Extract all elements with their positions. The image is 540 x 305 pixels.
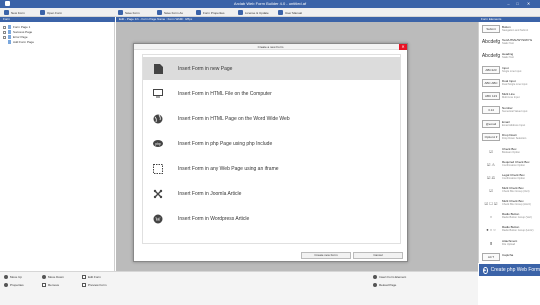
new-form-button[interactable]: New Form <box>4 9 25 16</box>
option-html-web[interactable]: Insert Form in HTML Page on the Word Wid… <box>143 107 400 130</box>
element-drop-down[interactable]: Option1 ▾ Drop Down Drop Down Selection <box>482 132 538 144</box>
option-php-include[interactable]: php Insert Form in php Page using php In… <box>143 132 400 155</box>
preview-icon <box>82 283 86 287</box>
dialog-title-bar: Create a new Form ✕ <box>134 44 407 50</box>
form-elements-panel: Submit Button Navigation and Submit Abcdef… <box>478 22 540 263</box>
preview-form-button[interactable]: Preview Form <box>82 283 107 287</box>
minimize-button[interactable]: – <box>505 1 512 7</box>
create-new-form-button[interactable]: Create new Form <box>301 252 351 259</box>
element-number[interactable]: 3.14 Number Numerical Value Input <box>482 105 538 117</box>
element-text-html[interactable]: Abcdefg Text/HTML/WYSIWYG Static Text <box>482 37 538 49</box>
create-php-web-form-button[interactable]: ▶ Create php Web Form <box>479 264 540 276</box>
element-dual-input[interactable]: ABC ABC Dual Input Dual Single Line Input <box>482 78 538 90</box>
element-captcha[interactable]: A4 T Captcha <box>482 252 538 263</box>
element-required-check-box[interactable]: ☑ ⚠ Required Check Box Confirmation Option <box>482 159 538 171</box>
element-radio-vert[interactable]: ○ Radio Button Radio Button Group (Vert) <box>482 211 538 223</box>
save-as-icon <box>157 10 162 15</box>
open-form-button[interactable]: Open Form <box>40 9 62 16</box>
element-multi-check-box-vert[interactable]: ☑ Multi Check Box Check Box Group (Vert) <box>482 185 538 197</box>
document-icon <box>153 63 163 74</box>
properties-button[interactable]: Properties <box>4 283 24 287</box>
globe-icon <box>153 114 163 124</box>
move-down-button[interactable]: Move Down <box>42 275 64 279</box>
svg-text:W: W <box>155 216 161 222</box>
title-bar: Arclab Web Form Builder 4.0 - untitled.a… <box>0 0 540 8</box>
save-form-as-button[interactable]: Save Form As <box>157 9 183 16</box>
remove-button[interactable]: Remove <box>42 283 59 287</box>
expand-icon[interactable] <box>3 30 6 34</box>
window-title: Arclab Web Form Builder 4.0 - untitled.a… <box>233 1 307 6</box>
option-wordpress[interactable]: W Insert Form in Wordpress Article <box>143 207 400 230</box>
insert-icon <box>373 275 377 279</box>
bottom-bar: Move Up Move Down Properties Remove Edit… <box>0 271 478 305</box>
close-window-button[interactable]: ✕ <box>525 1 532 7</box>
svg-text:php: php <box>155 142 161 146</box>
page-icon <box>8 30 11 34</box>
element-heading[interactable]: Abcdefg Heading Static Text <box>482 51 538 63</box>
dialog-close-button[interactable]: ✕ <box>399 44 407 50</box>
main-toolbar: New Form Open Form Save Form Save Form A… <box>0 8 540 17</box>
tree-item-form-page-1[interactable]: Form Page 1 <box>3 25 30 29</box>
save-form-button[interactable]: Save Form <box>118 9 140 16</box>
option-joomla[interactable]: Insert Form in Joomla Article <box>143 182 400 205</box>
element-button[interactable]: Submit Button Navigation and Submit <box>482 24 538 36</box>
element-legal-check-box[interactable]: ☑ ⚖ Legal Check Box Confirmation Option <box>482 172 538 184</box>
php-icon: php <box>153 139 163 149</box>
page-icon <box>8 35 11 39</box>
option-iframe[interactable]: Insert Form in any Web Page using an ifr… <box>143 157 400 180</box>
play-icon: ▶ <box>483 266 488 274</box>
expand-icon[interactable] <box>3 25 6 29</box>
tree-item-error-page[interactable]: Error Page <box>3 35 28 39</box>
add-page-icon <box>8 40 11 44</box>
option-html-file[interactable]: Insert Form in HTML File on the Computer <box>143 82 400 105</box>
edit-form-button[interactable]: Edit Form <box>82 275 101 279</box>
arrow-down-icon <box>42 275 46 279</box>
element-attachment[interactable]: ⬆ Attachment File Upload <box>482 238 538 250</box>
move-up-button[interactable]: Move Up <box>4 275 22 279</box>
element-input[interactable]: ABC123 Input Single Line Input <box>482 65 538 77</box>
maximize-button[interactable]: □ <box>514 1 521 7</box>
new-form-icon <box>4 10 9 15</box>
element-check-box[interactable]: ☑ Check Box Boolean Option <box>482 146 538 158</box>
save-icon <box>118 10 123 15</box>
dialog-title: Create a new Form <box>257 45 284 49</box>
wordpress-icon: W <box>153 214 163 224</box>
element-multi-check-box-horiz[interactable]: ☑ ☐ ☑ Multi Check Box Check Box Group (Hor… <box>482 198 538 210</box>
cancel-button[interactable]: Cancel <box>353 252 403 259</box>
iframe-icon <box>153 163 163 174</box>
edit-icon <box>82 275 86 279</box>
trash-icon <box>42 283 46 287</box>
form-properties-button[interactable]: Form Properties <box>196 9 225 16</box>
element-email[interactable]: @email Email Email Address Input <box>482 119 538 131</box>
insert-options-list: Insert Form in new Page Insert Form in H… <box>142 54 401 244</box>
license-update-button[interactable]: License & Update <box>238 9 269 16</box>
reload-page-button[interactable]: Reload Page <box>373 283 396 287</box>
monitor-icon <box>153 89 163 99</box>
tree-item-add-form-page[interactable]: Add Form Page <box>8 40 34 44</box>
joomla-icon <box>153 189 163 199</box>
license-icon <box>238 10 243 15</box>
element-radio-horiz[interactable]: ● ○ ○ Radio Button Radio Button Group (Hor… <box>482 224 538 236</box>
reload-icon <box>373 283 377 287</box>
properties-icon <box>4 283 8 287</box>
create-form-dialog: Create a new Form ✕ Insert Form in new P… <box>133 43 408 262</box>
insert-form-element-button[interactable]: Insert Form Element <box>373 275 406 279</box>
element-multi-line[interactable]: ABC 123 Multi Line Multi Line Input <box>482 91 538 103</box>
option-new-page[interactable]: Insert Form in new Page <box>143 57 400 80</box>
user-manual-button[interactable]: User Manual <box>278 9 302 16</box>
page-icon <box>8 25 11 29</box>
arrow-up-icon <box>4 275 8 279</box>
open-folder-icon <box>40 10 45 15</box>
properties-icon <box>196 10 201 15</box>
expand-icon[interactable] <box>3 35 6 39</box>
tree-item-success-page[interactable]: Success Page <box>3 30 32 34</box>
form-tree-panel: Form Page 1 Success Page Error Page Add … <box>0 22 115 271</box>
manual-icon <box>278 10 283 15</box>
